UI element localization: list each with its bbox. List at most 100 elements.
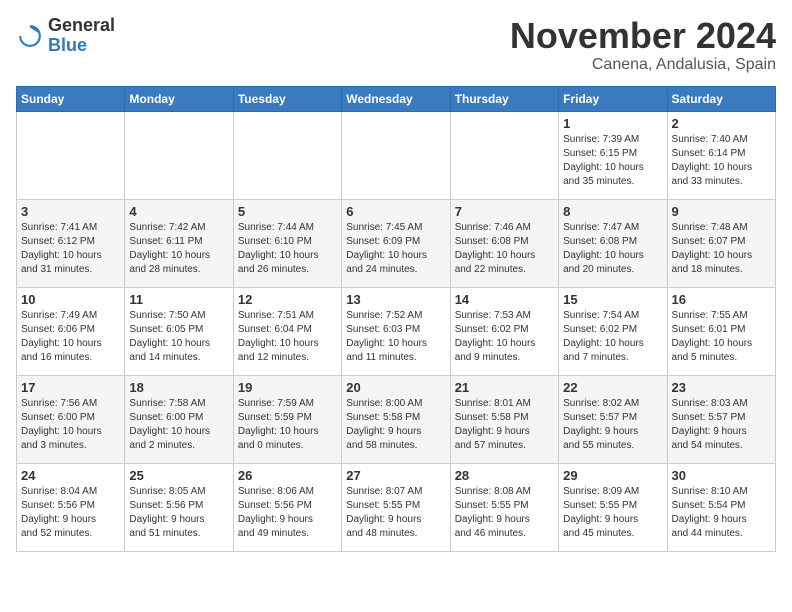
calendar-table: SundayMondayTuesdayWednesdayThursdayFrid… [16,86,776,552]
day-info: Sunrise: 7:50 AM Sunset: 6:05 PM Dayligh… [129,309,228,365]
day-info: Sunrise: 8:06 AM Sunset: 5:56 PM Dayligh… [238,485,337,541]
location-title: Canena, Andalusia, Spain [510,56,776,74]
day-cell: 7Sunrise: 7:46 AM Sunset: 6:08 PM Daylig… [450,199,558,287]
day-cell: 6 Sunrise: 7:45 AM Sunset: 6:09 PM Daylig… [342,199,450,287]
day-info: Sunrise: 8:03 AM Sunset: 5:57 PM Dayligh… [672,397,771,453]
day-cell: 17 Sunrise: 7:56 AM Sunset: 6:00 PM Dayli… [17,375,125,463]
day-cell: 10 Sunrise: 7:49 AM Sunset: 6:06 PM Dayli… [17,287,125,375]
day-cell: 29Sunrise: 8:09 AM Sunset: 5:55 PM Dayli… [559,463,667,551]
day-number: 16 [672,292,771,307]
day-number: 22 [563,380,662,395]
day-number: 5 [238,204,337,219]
column-header-sunday: Sunday [17,86,125,111]
header-row: SundayMondayTuesdayWednesdayThursdayFrid… [17,86,776,111]
column-header-tuesday: Tuesday [233,86,341,111]
day-cell: 27Sunrise: 8:07 AM Sunset: 5:55 PM Dayli… [342,463,450,551]
day-cell [450,111,558,199]
day-info: Sunrise: 7:54 AM Sunset: 6:02 PM Dayligh… [563,309,662,365]
day-number: 7 [455,204,554,219]
day-number: 25 [129,468,228,483]
week-row-3: 10 Sunrise: 7:49 AM Sunset: 6:06 PM Dayli… [17,287,776,375]
week-row-5: 24 Sunrise: 8:04 AM Sunset: 5:56 PM Dayli… [17,463,776,551]
day-number: 26 [238,468,337,483]
day-number: 15 [563,292,662,307]
day-cell: 19Sunrise: 7:59 AM Sunset: 5:59 PM Dayli… [233,375,341,463]
day-cell: 1Sunrise: 7:39 AM Sunset: 6:15 PM Daylig… [559,111,667,199]
day-info: Sunrise: 8:09 AM Sunset: 5:55 PM Dayligh… [563,485,662,541]
day-info: Sunrise: 7:40 AM Sunset: 6:14 PM Dayligh… [672,133,771,189]
logo: General Blue [16,16,115,56]
day-number: 6 [346,204,445,219]
day-info: Sunrise: 8:01 AM Sunset: 5:58 PM Dayligh… [455,397,554,453]
day-number: 11 [129,292,228,307]
day-number: 4 [129,204,228,219]
day-number: 3 [21,204,120,219]
day-info: Sunrise: 7:55 AM Sunset: 6:01 PM Dayligh… [672,309,771,365]
day-cell: 2 Sunrise: 7:40 AM Sunset: 6:14 PM Daylig… [667,111,775,199]
day-number: 23 [672,380,771,395]
day-cell [17,111,125,199]
day-cell [342,111,450,199]
day-cell: 11 Sunrise: 7:50 AM Sunset: 6:05 PM Dayli… [125,287,233,375]
day-cell: 12 Sunrise: 7:51 AM Sunset: 6:04 PM Dayli… [233,287,341,375]
day-info: Sunrise: 7:49 AM Sunset: 6:06 PM Dayligh… [21,309,120,365]
day-info: Sunrise: 7:51 AM Sunset: 6:04 PM Dayligh… [238,309,337,365]
day-cell: 13Sunrise: 7:52 AM Sunset: 6:03 PM Dayli… [342,287,450,375]
day-number: 18 [129,380,228,395]
day-info: Sunrise: 7:53 AM Sunset: 6:02 PM Dayligh… [455,309,554,365]
day-number: 17 [21,380,120,395]
day-info: Sunrise: 7:48 AM Sunset: 6:07 PM Dayligh… [672,221,771,277]
column-header-wednesday: Wednesday [342,86,450,111]
day-info: Sunrise: 7:44 AM Sunset: 6:10 PM Dayligh… [238,221,337,277]
day-number: 14 [455,292,554,307]
day-cell: 23 Sunrise: 8:03 AM Sunset: 5:57 PM Dayli… [667,375,775,463]
day-cell: 9 Sunrise: 7:48 AM Sunset: 6:07 PM Daylig… [667,199,775,287]
month-title: November 2024 [510,16,776,56]
week-row-4: 17 Sunrise: 7:56 AM Sunset: 6:00 PM Dayli… [17,375,776,463]
day-number: 8 [563,204,662,219]
day-cell: 26 Sunrise: 8:06 AM Sunset: 5:56 PM Dayli… [233,463,341,551]
day-number: 24 [21,468,120,483]
column-header-monday: Monday [125,86,233,111]
week-row-1: 1Sunrise: 7:39 AM Sunset: 6:15 PM Daylig… [17,111,776,199]
day-info: Sunrise: 7:47 AM Sunset: 6:08 PM Dayligh… [563,221,662,277]
day-number: 13 [346,292,445,307]
day-cell: 30Sunrise: 8:10 AM Sunset: 5:54 PM Dayli… [667,463,775,551]
day-info: Sunrise: 8:08 AM Sunset: 5:55 PM Dayligh… [455,485,554,541]
day-info: Sunrise: 8:02 AM Sunset: 5:57 PM Dayligh… [563,397,662,453]
day-cell: 3Sunrise: 7:41 AM Sunset: 6:12 PM Daylig… [17,199,125,287]
day-number: 10 [21,292,120,307]
day-cell: 14 Sunrise: 7:53 AM Sunset: 6:02 PM Dayli… [450,287,558,375]
day-cell: 18 Sunrise: 7:58 AM Sunset: 6:00 PM Dayli… [125,375,233,463]
day-cell: 20 Sunrise: 8:00 AM Sunset: 5:58 PM Dayli… [342,375,450,463]
day-info: Sunrise: 7:45 AM Sunset: 6:09 PM Dayligh… [346,221,445,277]
logo-text: General Blue [48,16,115,56]
day-info: Sunrise: 8:10 AM Sunset: 5:54 PM Dayligh… [672,485,771,541]
day-number: 12 [238,292,337,307]
day-number: 28 [455,468,554,483]
day-cell [233,111,341,199]
day-info: Sunrise: 7:56 AM Sunset: 6:00 PM Dayligh… [21,397,120,453]
day-info: Sunrise: 8:00 AM Sunset: 5:58 PM Dayligh… [346,397,445,453]
day-number: 1 [563,116,662,131]
day-info: Sunrise: 7:42 AM Sunset: 6:11 PM Dayligh… [129,221,228,277]
column-header-thursday: Thursday [450,86,558,111]
column-header-saturday: Saturday [667,86,775,111]
day-number: 21 [455,380,554,395]
logo-icon [16,22,44,50]
day-cell: 22 Sunrise: 8:02 AM Sunset: 5:57 PM Dayli… [559,375,667,463]
day-cell: 16 Sunrise: 7:55 AM Sunset: 6:01 PM Dayli… [667,287,775,375]
day-info: Sunrise: 8:04 AM Sunset: 5:56 PM Dayligh… [21,485,120,541]
day-number: 9 [672,204,771,219]
day-info: Sunrise: 7:58 AM Sunset: 6:00 PM Dayligh… [129,397,228,453]
day-cell: 24 Sunrise: 8:04 AM Sunset: 5:56 PM Dayli… [17,463,125,551]
day-info: Sunrise: 7:59 AM Sunset: 5:59 PM Dayligh… [238,397,337,453]
day-cell: 15 Sunrise: 7:54 AM Sunset: 6:02 PM Dayli… [559,287,667,375]
day-number: 2 [672,116,771,131]
day-cell: 28 Sunrise: 8:08 AM Sunset: 5:55 PM Dayli… [450,463,558,551]
day-number: 27 [346,468,445,483]
column-header-friday: Friday [559,86,667,111]
day-info: Sunrise: 8:05 AM Sunset: 5:56 PM Dayligh… [129,485,228,541]
day-number: 20 [346,380,445,395]
day-cell [125,111,233,199]
